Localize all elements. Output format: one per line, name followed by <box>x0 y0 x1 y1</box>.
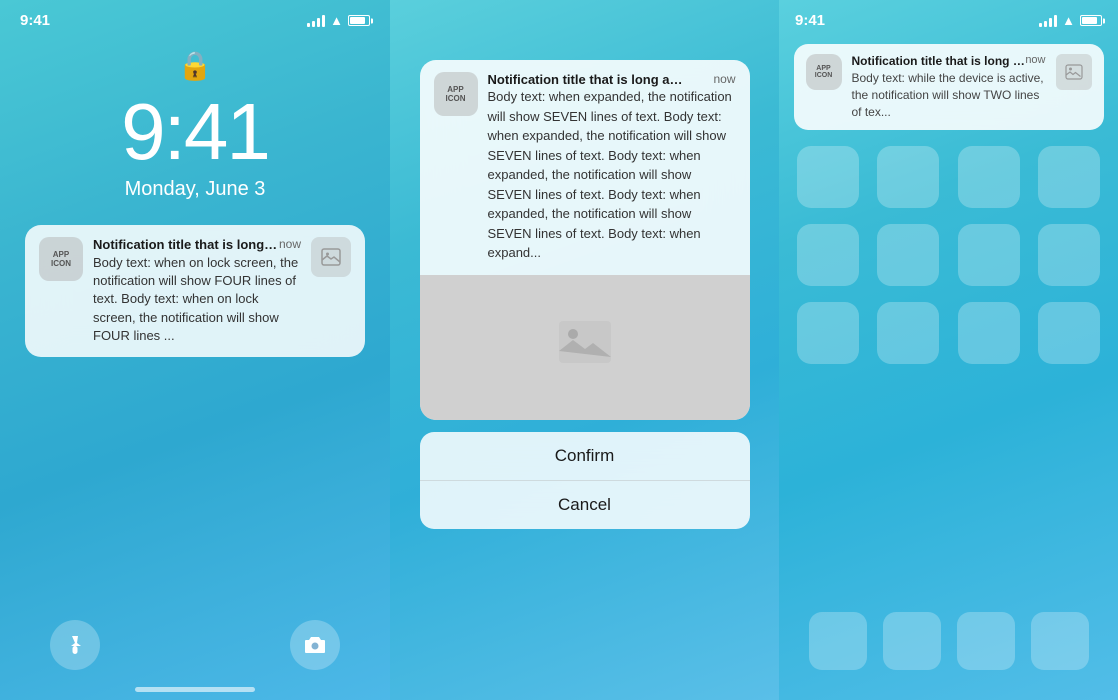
app-icon-6[interactable] <box>877 224 939 286</box>
lock-screen-panel: 9:41 ▲ 🔒 9:41 Monday, June 3 APP ICON No… <box>0 0 390 700</box>
status-icons-right: ▲ <box>1039 13 1102 28</box>
banner-time: now <box>1025 54 1045 68</box>
notification-app-icon: APP ICON <box>39 237 83 281</box>
notification-content: Notification title that is long and trun… <box>93 237 301 345</box>
expanded-notification-title-row: Notification title that is long and trun… <box>488 72 736 87</box>
middle-screen-panel: APP ICON Notification title that is long… <box>390 0 779 700</box>
battery-icon-right <box>1080 15 1102 26</box>
camera-button[interactable] <box>290 620 340 670</box>
image-placeholder-icon <box>557 319 613 375</box>
lock-screen-notification[interactable]: APP ICON Notification title that is long… <box>25 225 365 357</box>
battery-icon <box>348 15 370 26</box>
signal-icon <box>307 15 325 27</box>
status-time-right: 9:41 <box>795 12 825 29</box>
app-icon-1[interactable] <box>797 146 859 208</box>
notification-title: Notification title that is long and trun… <box>93 237 279 252</box>
expanded-notification-time: now <box>713 72 735 86</box>
notification-media-image <box>420 275 750 420</box>
status-icons-left: ▲ <box>307 13 370 28</box>
banner-content: Notification title that is long and trun… <box>852 54 1046 120</box>
dock-icon-4[interactable] <box>1031 612 1089 670</box>
dock-icon-3[interactable] <box>957 612 1015 670</box>
expanded-notification-app-icon: APP ICON <box>434 72 478 116</box>
wifi-icon: ▲ <box>330 13 343 28</box>
app-icon-12[interactable] <box>1038 302 1100 364</box>
banner-title: Notification title that is long and trun… <box>852 54 1026 68</box>
app-icon-10[interactable] <box>877 302 939 364</box>
status-bar-left: 9:41 ▲ <box>0 0 390 29</box>
app-icon-4[interactable] <box>1038 146 1100 208</box>
banner-image-thumb <box>1056 54 1092 90</box>
app-icon-7[interactable] <box>958 224 1020 286</box>
app-icon-8[interactable] <box>1038 224 1100 286</box>
home-indicator-left <box>135 687 255 692</box>
lock-date: Monday, June 3 <box>125 178 266 201</box>
dock-row <box>809 612 1089 670</box>
notification-image-thumb <box>311 237 351 277</box>
banner-app-icon: APP ICON <box>806 54 842 90</box>
confirm-button[interactable]: Confirm <box>420 432 750 481</box>
lock-screen-bottom-bar <box>0 620 390 670</box>
notification-banner[interactable]: APP ICON Notification title that is long… <box>794 44 1104 130</box>
lock-time: 9:41 <box>121 86 269 178</box>
app-row-2 <box>797 224 1100 286</box>
expanded-notification-header: APP ICON Notification title that is long… <box>420 60 750 275</box>
app-icon-9[interactable] <box>797 302 859 364</box>
app-icon-11[interactable] <box>958 302 1020 364</box>
status-bar-right: 9:41 ▲ <box>779 0 1118 29</box>
signal-icon-right <box>1039 15 1057 27</box>
app-icon-3[interactable] <box>958 146 1020 208</box>
notification-time: now <box>279 237 301 251</box>
flashlight-button[interactable] <box>50 620 100 670</box>
notification-header: Notification title that is long and trun… <box>93 237 301 252</box>
app-icon-2[interactable] <box>877 146 939 208</box>
expanded-notification-card[interactable]: APP ICON Notification title that is long… <box>420 60 750 420</box>
notification-body: Body text: when on lock screen, the noti… <box>93 254 301 345</box>
status-time-left: 9:41 <box>20 12 50 29</box>
cancel-button[interactable]: Cancel <box>420 481 750 529</box>
right-screen-panel: 9:41 ▲ APP ICON Notification title that … <box>779 0 1118 700</box>
wifi-icon-right: ▲ <box>1062 13 1075 28</box>
app-icon-5[interactable] <box>797 224 859 286</box>
expanded-notification-content: Notification title that is long and trun… <box>488 72 736 263</box>
expanded-notification-body: Body text: when expanded, the notificati… <box>488 87 736 263</box>
banner-title-row: Notification title that is long and trun… <box>852 54 1046 68</box>
lock-icon: 🔒 <box>178 49 213 82</box>
expanded-notification-title: Notification title that is long and trun… <box>488 72 688 87</box>
banner-body: Body text: while the device is active, t… <box>852 70 1046 120</box>
notification-actions: Confirm Cancel <box>420 432 750 529</box>
app-row-1 <box>797 146 1100 208</box>
dock-icon-1[interactable] <box>809 612 867 670</box>
app-grid <box>779 130 1118 380</box>
app-row-3 <box>797 302 1100 364</box>
dock-icon-2[interactable] <box>883 612 941 670</box>
